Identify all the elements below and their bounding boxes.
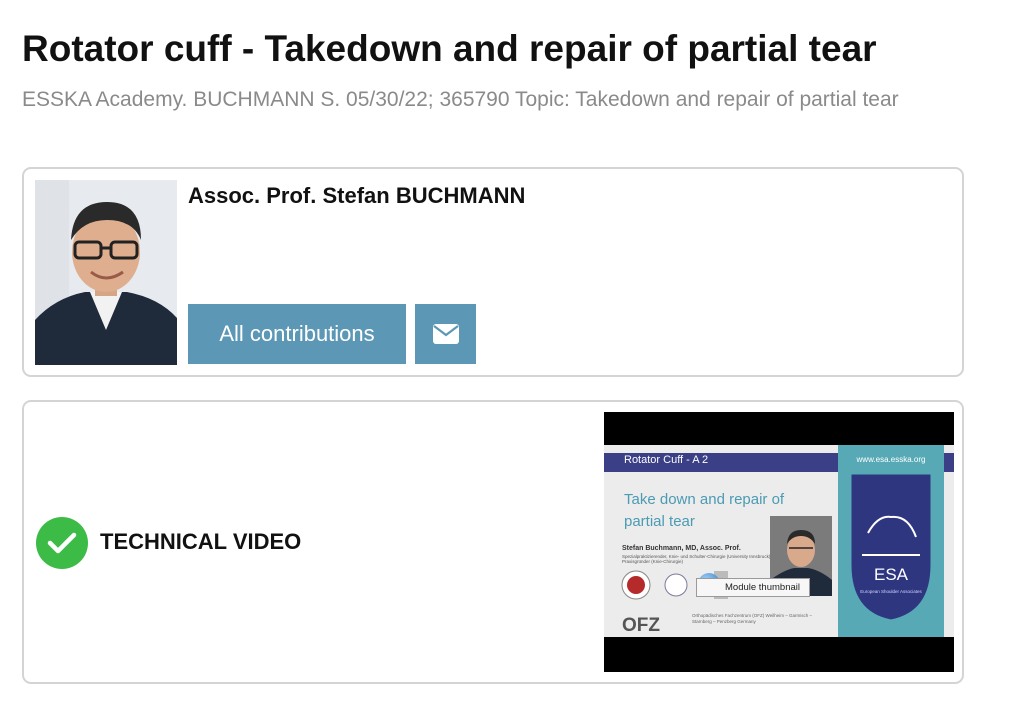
ofz-address: Orthopädisches Fachzentrum (OFZ) Weilhei…	[692, 613, 812, 624]
video-thumbnail[interactable]: Rotator Cuff - A 2 Take down and repair …	[604, 412, 954, 672]
video-card: TECHNICAL VIDEO Rotator Cuff - A 2 Take …	[22, 400, 964, 684]
esa-badge: ESA European Shoulder Associates	[848, 471, 934, 623]
page-subtitle: ESSKA Academy. BUCHMANN S. 05/30/22; 365…	[22, 88, 899, 111]
svg-text:European Shoulder Associates: European Shoulder Associates	[860, 589, 922, 594]
slide-speaker: Stefan Buchmann, MD, Assoc. Prof.	[622, 545, 741, 552]
thumbnail-slide: Rotator Cuff - A 2 Take down and repair …	[604, 445, 954, 637]
check-circle-icon	[36, 517, 88, 569]
slide-speaker-details: Spezialpraktizierender, Knie- und Schult…	[622, 554, 771, 564]
author-name[interactable]: Assoc. Prof. Stefan BUCHMANN	[188, 183, 525, 209]
ofz-logo: OFZ	[622, 615, 660, 636]
page-title: Rotator cuff - Takedown and repair of pa…	[22, 28, 877, 69]
author-card: Assoc. Prof. Stefan BUCHMANN All contrib…	[22, 167, 964, 377]
esa-panel: www.esa.esska.org ESA European Shoulder …	[838, 445, 944, 637]
video-type-label: TECHNICAL VIDEO	[100, 529, 302, 554]
svg-text:ESA: ESA	[874, 565, 909, 584]
thumbnail-tooltip: Module thumbnail	[696, 578, 810, 597]
slide-bar-title: Rotator Cuff - A 2	[624, 454, 709, 466]
envelope-icon	[432, 324, 459, 344]
all-contributions-button[interactable]: All contributions	[188, 304, 406, 364]
email-button[interactable]	[415, 304, 476, 364]
author-photo[interactable]	[35, 180, 177, 365]
